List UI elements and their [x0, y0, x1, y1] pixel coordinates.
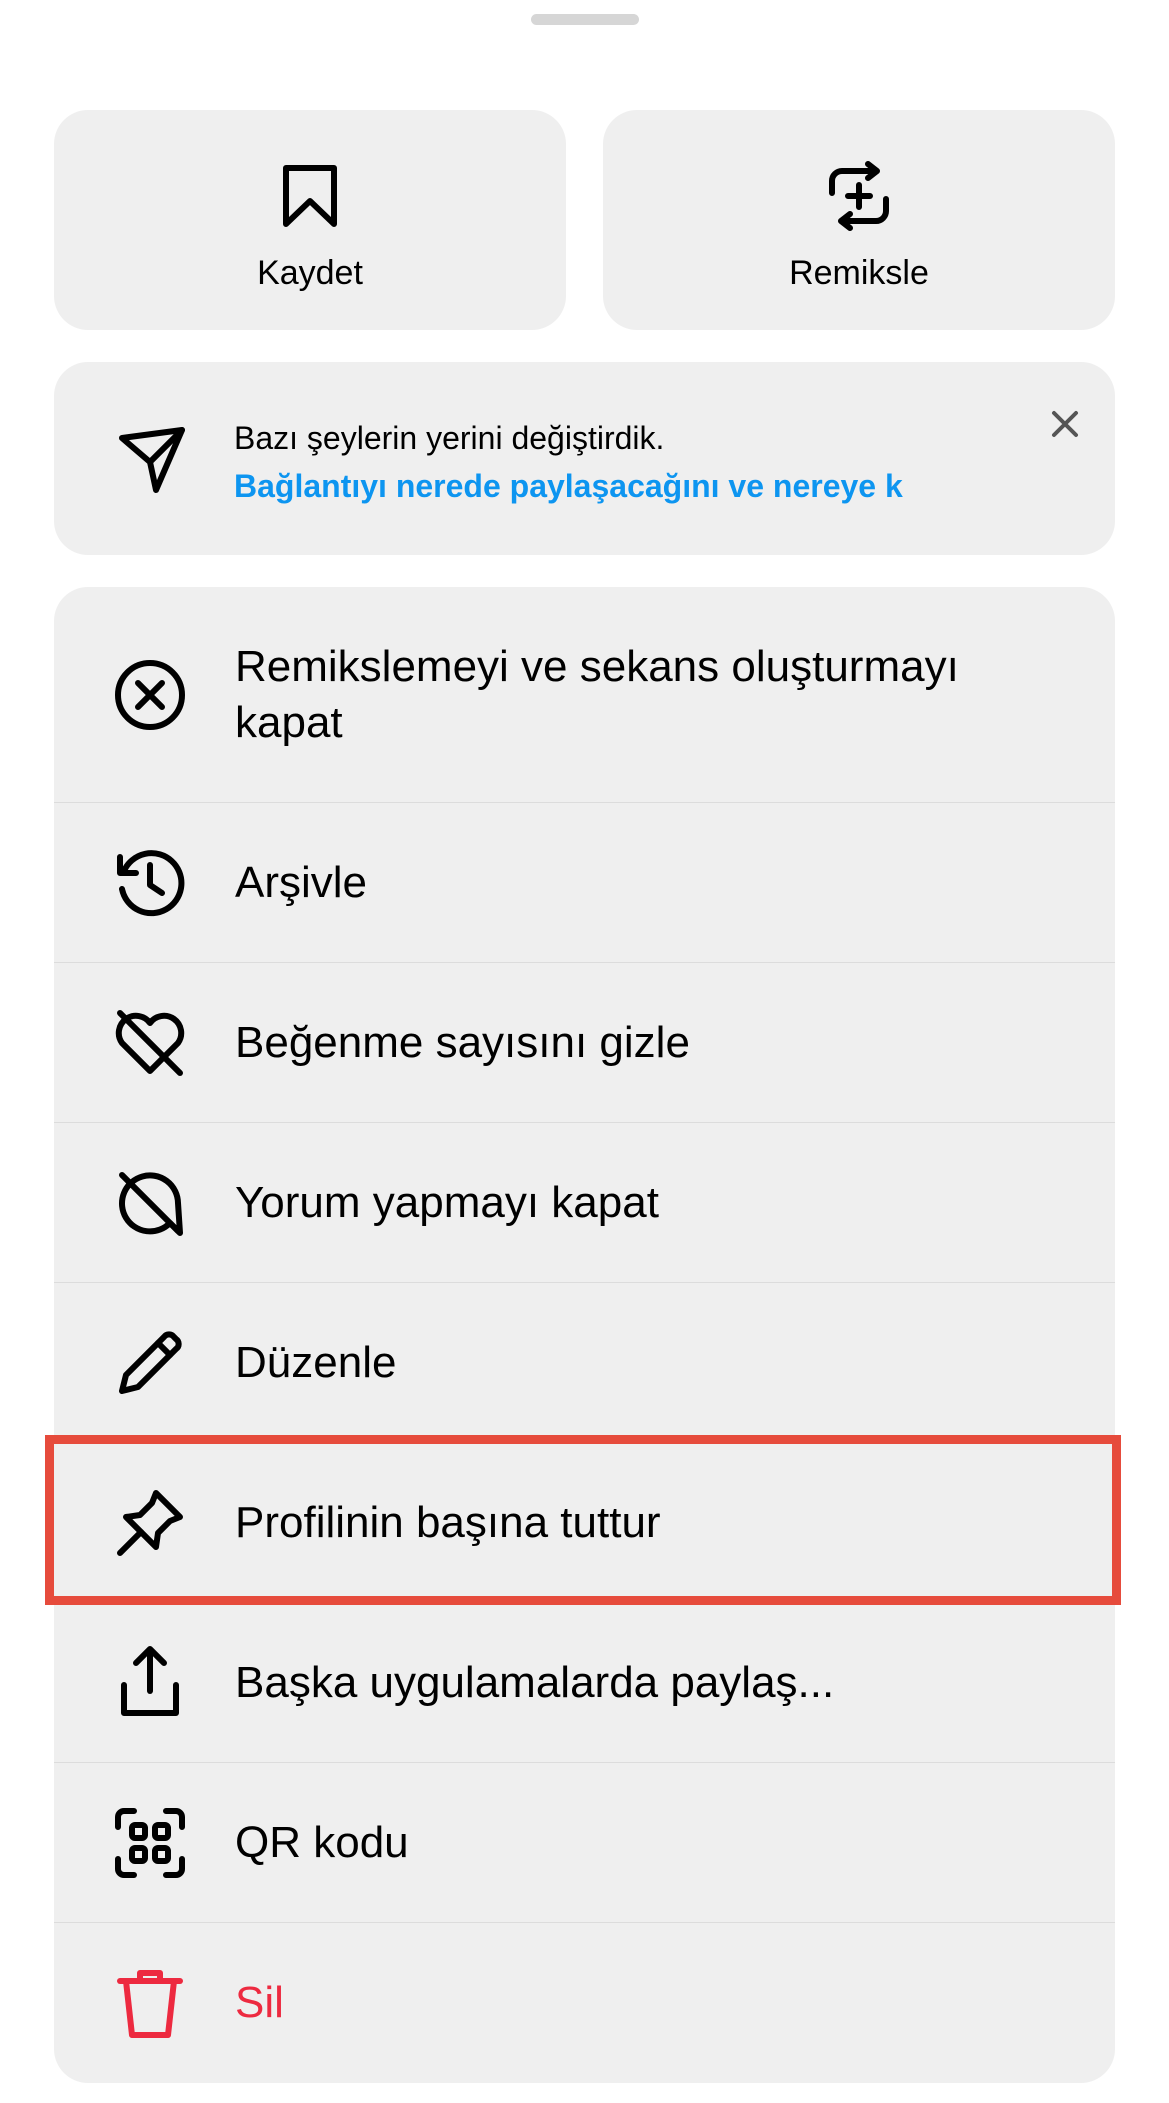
pin-icon	[112, 1485, 188, 1561]
menu-item-label: Profilinin başına tuttur	[235, 1498, 661, 1547]
bookmark-icon	[274, 160, 346, 232]
menu-item-label: Yorum yapmayı kapat	[235, 1178, 659, 1227]
save-button[interactable]: Kaydet	[54, 110, 566, 330]
comment-off-icon	[112, 1165, 188, 1241]
menu-item-label: Remikslemeyi ve sekans oluşturmayı kapat	[235, 642, 959, 747]
menu-item-label: Düzenle	[235, 1338, 397, 1387]
menu-item-hide-likes[interactable]: Beğenme sayısını gizle	[54, 963, 1115, 1123]
notice-link[interactable]: Bağlantıyı nerede paylaşacağını ve nerey…	[234, 462, 1050, 510]
menu-item-archive[interactable]: Arşivle	[54, 803, 1115, 963]
menu-item-label: Başka uygulamalarda paylaş...	[235, 1658, 835, 1707]
close-icon[interactable]	[1039, 398, 1091, 450]
menu-item-disable-comments[interactable]: Yorum yapmayı kapat	[54, 1123, 1115, 1283]
remix-label: Remiksle	[789, 254, 929, 292]
menu-item-label: Beğenme sayısını gizle	[235, 1018, 690, 1067]
menu-item-share-other-apps[interactable]: Başka uygulamalarda paylaş...	[54, 1603, 1115, 1763]
pencil-icon	[112, 1325, 188, 1401]
notice-title: Bazı şeylerin yerini değiştirdik.	[234, 420, 665, 456]
remix-button[interactable]: Remiksle	[603, 110, 1115, 330]
archive-history-icon	[112, 845, 188, 921]
trash-icon	[112, 1965, 188, 2041]
menu-item-pin-to-profile[interactable]: Profilinin başına tuttur	[54, 1443, 1115, 1603]
save-label: Kaydet	[257, 254, 363, 292]
menu-item-label: Arşivle	[235, 858, 368, 907]
qr-code-icon	[112, 1805, 188, 1881]
menu-item-delete[interactable]: Sil	[54, 1923, 1115, 2083]
circle-x-icon	[112, 657, 188, 733]
send-icon	[112, 420, 192, 500]
menu-item-label: Sil	[235, 1978, 284, 2027]
share-icon	[112, 1645, 188, 1721]
notice-card: Bazı şeylerin yerini değiştirdik. Bağlan…	[54, 362, 1115, 555]
menu-item-label: QR kodu	[235, 1818, 409, 1867]
remix-icon	[823, 160, 895, 232]
bottom-sheet: Kaydet Remiksle Bazı şeylerin yerini değ…	[0, 0, 1169, 2103]
notice-text: Bazı şeylerin yerini değiştirdik. Bağlan…	[234, 414, 1054, 510]
heart-off-icon	[112, 1005, 188, 1081]
menu-item-edit[interactable]: Düzenle	[54, 1283, 1115, 1443]
menu-item-qr-code[interactable]: QR kodu	[54, 1763, 1115, 1923]
menu-item-disable-remix[interactable]: Remikslemeyi ve sekans oluşturmayı kapat	[54, 587, 1115, 803]
sheet-grabber[interactable]	[531, 14, 639, 25]
options-menu: Remikslemeyi ve sekans oluşturmayı kapat…	[54, 587, 1115, 2083]
